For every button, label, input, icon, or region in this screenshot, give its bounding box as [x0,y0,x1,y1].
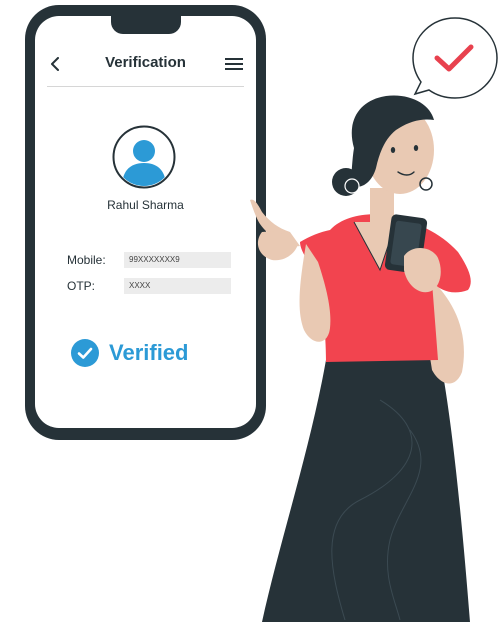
otp-label: OTP: [67,279,96,293]
menu-button[interactable] [225,58,243,72]
woman-illustration [250,95,471,622]
user-avatar-icon [112,125,176,189]
header-divider [47,86,244,87]
verified-text: Verified [109,340,189,365]
user-name: Rahul Sharma [107,198,184,212]
phone-frame: Verification Rahul Sharma Mobile: OTP: [25,5,266,440]
mobile-field[interactable] [124,252,231,268]
phone-notch [111,16,181,34]
screen-title: Verification [105,54,186,71]
verified-status: Verified [71,339,188,367]
check-circle-icon [71,339,99,367]
hamburger-menu-icon [225,58,243,60]
checkmark-speech-bubble-icon [412,17,498,99]
otp-field[interactable] [124,278,231,294]
phone-screen: Verification Rahul Sharma Mobile: OTP: [35,16,256,428]
mobile-label: Mobile: [67,253,106,267]
